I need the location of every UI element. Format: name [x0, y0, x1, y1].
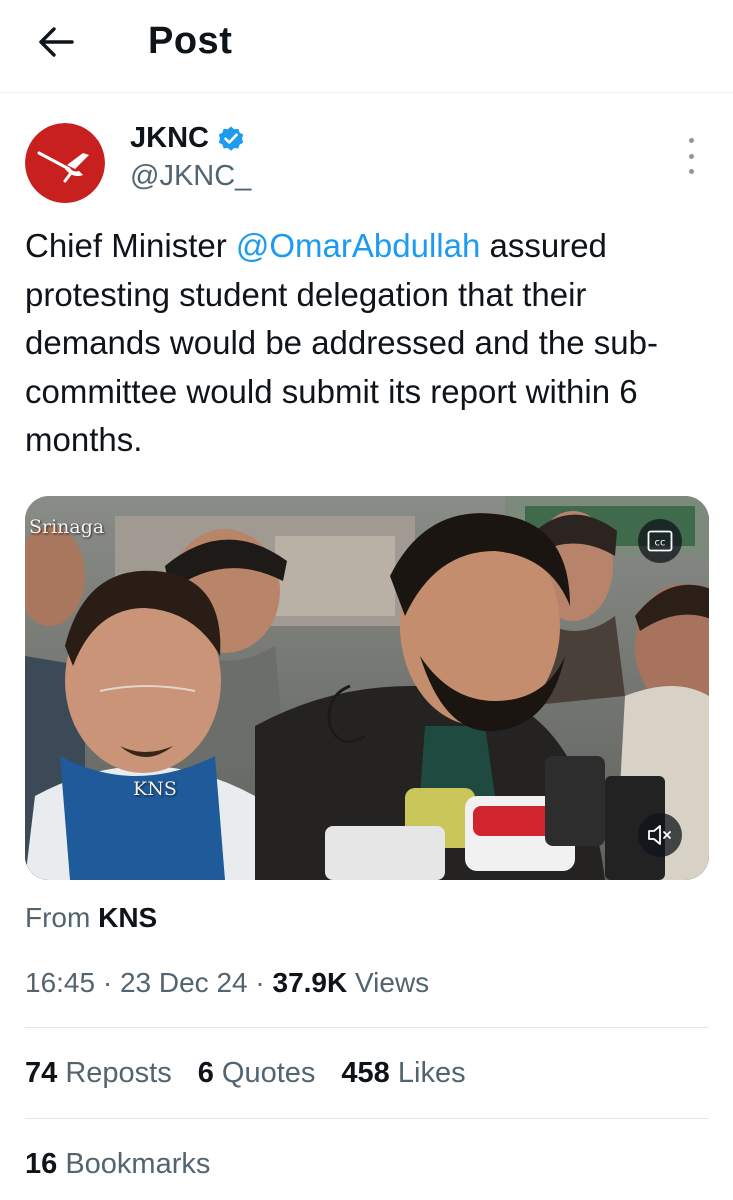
- author-name[interactable]: JKNC: [130, 122, 245, 155]
- views-label: Views: [355, 967, 430, 998]
- meta-separator: ·: [247, 967, 273, 998]
- captions-button[interactable]: cc: [638, 519, 682, 563]
- source-name[interactable]: KNS: [98, 902, 157, 933]
- plough-logo-icon: [25, 123, 105, 203]
- post-date[interactable]: 23 Dec 24: [120, 967, 248, 998]
- more-options-icon[interactable]: [676, 138, 706, 174]
- engagement-stats: 74 Reposts 6 Quotes 458 Likes: [25, 1057, 466, 1090]
- post-time[interactable]: 16:45: [25, 967, 95, 998]
- avatar[interactable]: [25, 123, 105, 203]
- location-overlay: Srinaga: [29, 516, 105, 538]
- post-text-start: Chief Minister: [25, 227, 236, 264]
- author-name-label: JKNC: [130, 122, 209, 154]
- mention-link[interactable]: @OmarAbdullah: [236, 227, 480, 264]
- bookmarks-count: 16: [25, 1148, 58, 1180]
- muted-speaker-icon: [648, 825, 671, 845]
- quotes-count: 6: [197, 1057, 214, 1089]
- likes-count: 458: [341, 1057, 390, 1089]
- quotes-stat[interactable]: 6 Quotes: [198, 1057, 316, 1090]
- cc-icon: cc: [647, 530, 673, 552]
- quotes-label: Quotes: [221, 1057, 316, 1089]
- divider: [25, 1118, 709, 1119]
- source-prefix: From: [25, 902, 91, 933]
- post-meta: 16:45 · 23 Dec 24 · 37.9K Views: [25, 967, 429, 999]
- reposts-count: 74: [25, 1057, 58, 1089]
- watermark-overlay: KNS: [133, 778, 177, 800]
- views-count: 37.9K: [272, 967, 348, 998]
- author-handle[interactable]: @JKNC_: [130, 160, 251, 193]
- verified-badge-icon: [217, 125, 245, 153]
- post-page: Post JKNC @JKNC_ Chief Minister @OmarAbd…: [0, 0, 733, 1200]
- post-text: Chief Minister @OmarAbdullah assured pro…: [25, 222, 705, 465]
- source-attribution: From KNS: [25, 902, 157, 934]
- page-title: Post: [148, 20, 233, 62]
- meta-separator: ·: [95, 967, 120, 998]
- reposts-stat[interactable]: 74 Reposts: [25, 1057, 172, 1090]
- bookmarks-label: Bookmarks: [65, 1148, 211, 1180]
- top-bar: Post: [0, 0, 733, 93]
- likes-label: Likes: [397, 1057, 466, 1089]
- video-frame: [25, 496, 709, 880]
- video-player[interactable]: Srinaga KNS cc: [25, 496, 709, 880]
- likes-stat[interactable]: 458 Likes: [341, 1057, 465, 1090]
- svg-text:cc: cc: [655, 538, 666, 549]
- reposts-label: Reposts: [65, 1057, 172, 1089]
- bookmarks-stat[interactable]: 16 Bookmarks: [25, 1148, 210, 1181]
- mute-button[interactable]: [638, 813, 682, 857]
- divider: [25, 1027, 709, 1028]
- back-arrow-icon[interactable]: [34, 22, 78, 62]
